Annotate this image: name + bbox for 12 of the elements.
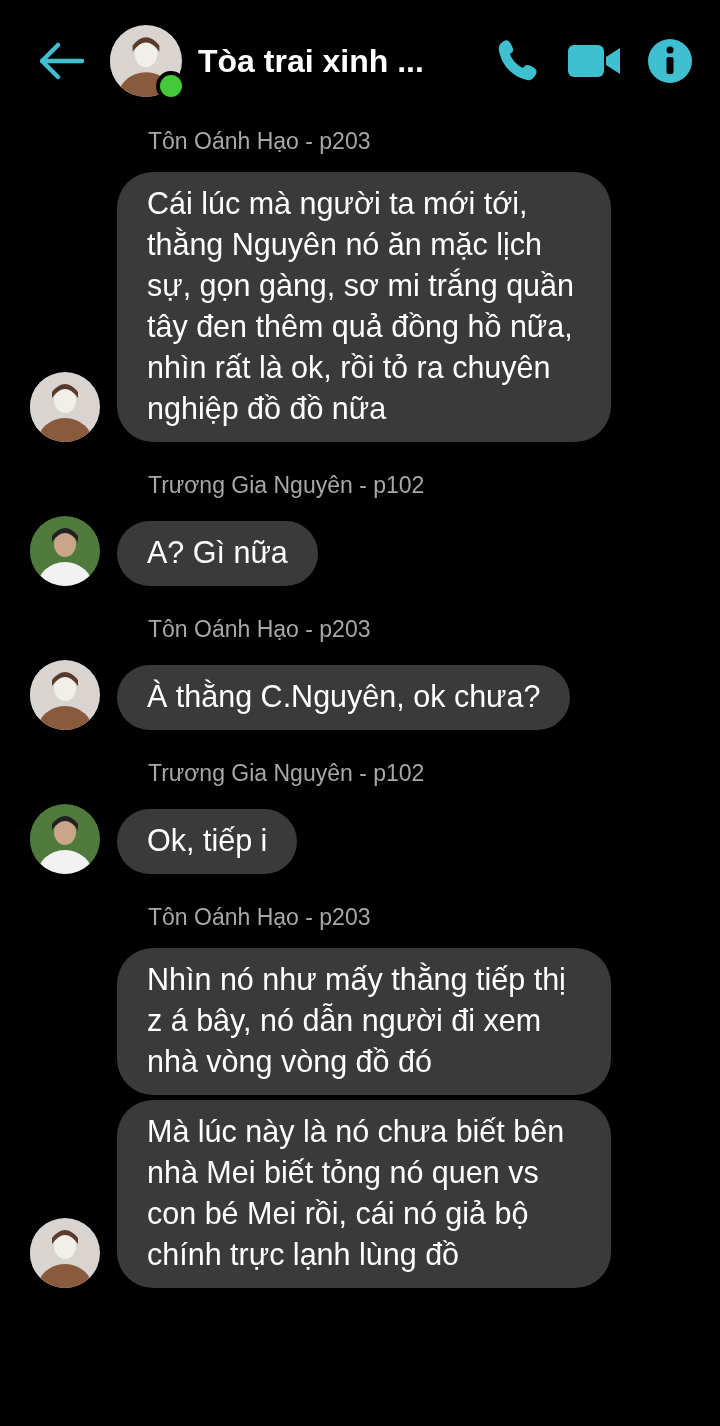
message-bubble: Nhìn nó như mấy thằng tiếp thị z á bây, nó dẫn người đi xem nhà vòng vòng đồ đó — [117, 948, 611, 1095]
message-bubble: Ok, tiếp i — [117, 809, 298, 874]
sender-name: Trương Gia Nguyên - p102 — [148, 760, 425, 787]
message-bubble: Cái lúc mà người ta mới tới, thằng Nguyên nó ăn mặc lịch sự, gọn gàng, sơ mi trắng quần tây đen thêm quả đồng hồ nữa, nhìn rất là ok, rồi tỏ ra chuyên nghiệp đồ đồ nữa — [117, 172, 611, 442]
message-bubble: Mà lúc này là nó chưa biết bên nhà Mei biết tỏng nó quen vs con bé Mei rồi, cái nó giả bộ chính trực lạnh lùng đồ — [117, 1100, 611, 1288]
message-bubble: A? Gì nữa — [117, 521, 318, 586]
sender-name: Trương Gia Nguyên - p102 — [148, 472, 425, 499]
chat-title: Tòa trai xinh ... — [198, 42, 425, 80]
sender-name: Tôn Oánh Hạo - p203 — [148, 904, 371, 931]
sender-name: Tôn Oánh Hạo - p203 — [148, 616, 371, 643]
message-bubble: À thằng C.Nguyên, ok chưa? — [117, 665, 571, 730]
sender-name: Tôn Oánh Hạo - p203 — [148, 128, 371, 155]
